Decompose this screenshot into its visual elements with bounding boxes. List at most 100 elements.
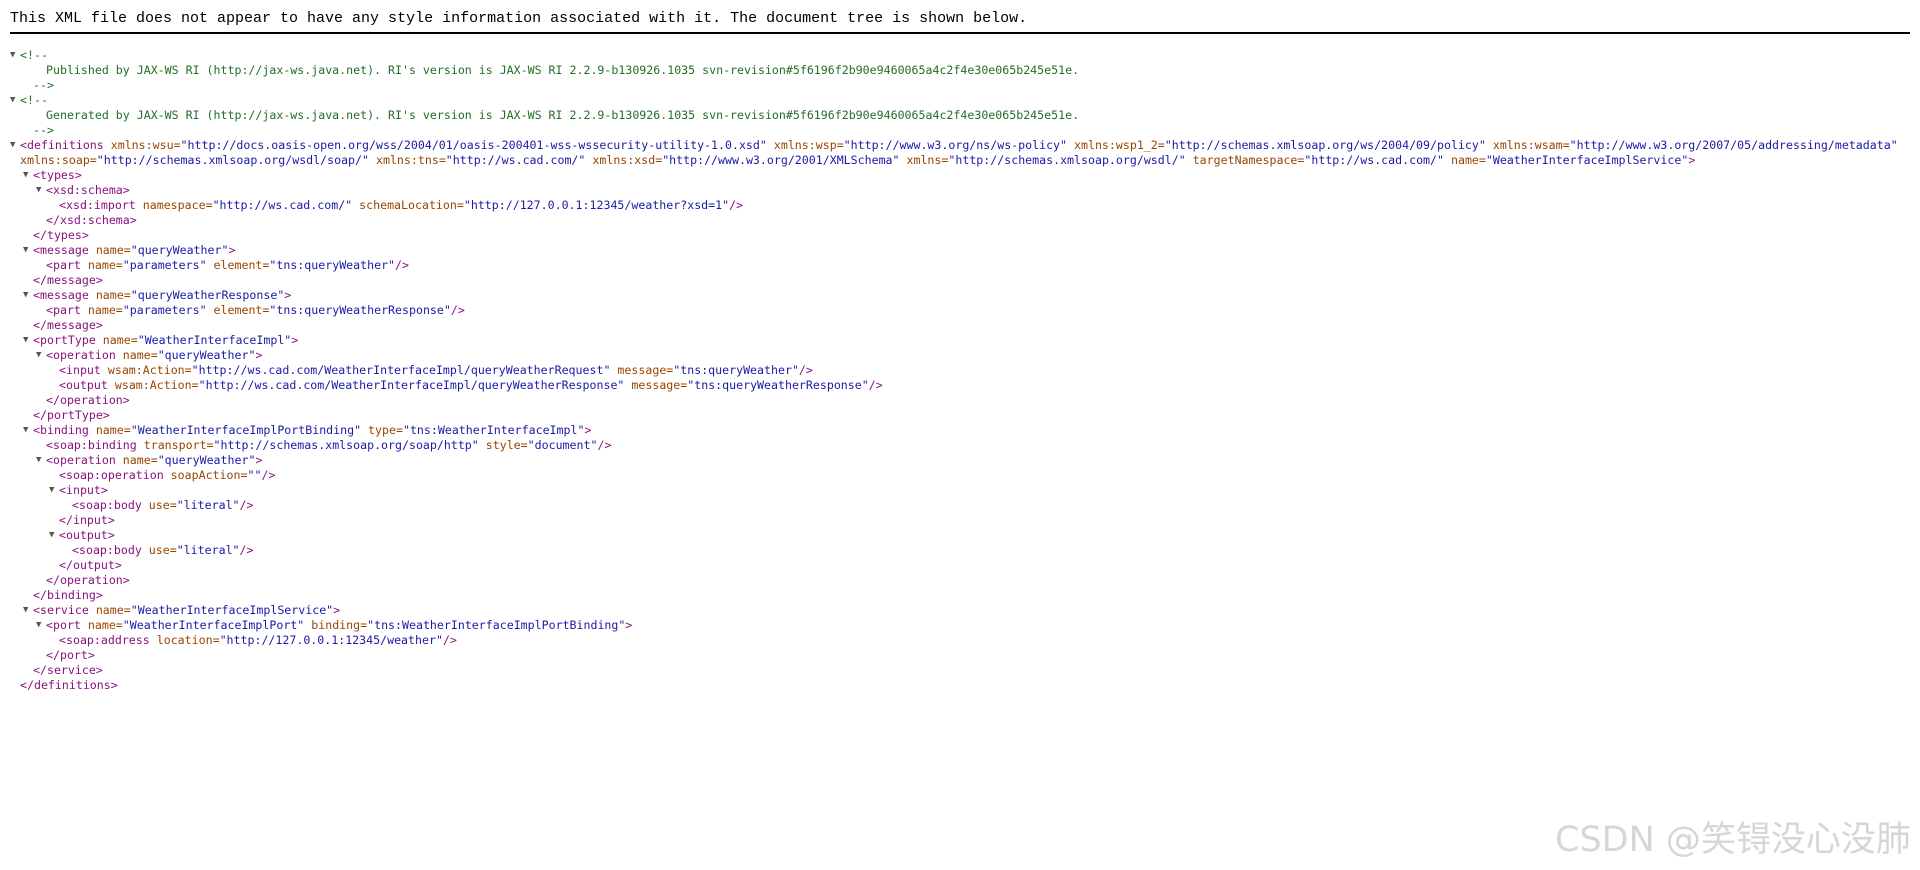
xml-line: <input wsam:Action="http://ws.cad.com/We… — [10, 363, 1915, 378]
xml-tag: /> — [395, 258, 409, 272]
xml-attribute-name: name= — [1444, 153, 1486, 167]
xml-attribute-name: xmlns:xsd= — [585, 153, 663, 167]
xml-attribute-value: "http://ws.cad.com/" — [212, 198, 353, 212]
xml-attribute-value: "tns:queryWeather" — [673, 363, 799, 377]
collapse-triangle-icon[interactable]: ▼ — [10, 48, 20, 63]
xml-line: </service> — [10, 663, 1915, 678]
xml-attribute-name: name= — [88, 288, 131, 302]
xml-attribute-value: "http://www.w3.org/2001/XMLSchema" — [662, 153, 900, 167]
xml-line: ▼ <output> — [10, 528, 1915, 543]
xml-line: ▼ <port name="WeatherInterfaceImplPort" b… — [10, 618, 1915, 633]
xml-comment: Published by JAX-WS RI (http://jax-ws.ja… — [46, 63, 1080, 77]
xml-line: ▼ <binding name="WeatherInterfaceImplPort… — [10, 423, 1915, 438]
collapse-triangle-icon[interactable]: ▼ — [23, 333, 33, 348]
collapse-triangle-icon[interactable]: ▼ — [36, 618, 46, 633]
xml-line: ▼ <portType name="WeatherInterfaceImpl"> — [10, 333, 1915, 348]
xml-attribute-value: "WeatherInterfaceImpl" — [137, 333, 292, 347]
xml-attribute-value: "queryWeatherResponse" — [130, 288, 285, 302]
xml-attribute-name: name= — [80, 618, 123, 632]
xml-attribute-name: name= — [95, 333, 138, 347]
xml-tag: /> — [597, 438, 612, 452]
collapse-triangle-icon[interactable]: ▼ — [36, 453, 46, 468]
xml-tag: </portType> — [33, 408, 110, 422]
xml-line: Generated by JAX-WS RI (http://jax-ws.ja… — [10, 108, 1915, 123]
xml-tag: /> — [868, 378, 883, 392]
xml-attribute-value: "tns:queryWeatherResponse" — [269, 303, 451, 317]
xml-line: --> — [10, 123, 1915, 138]
xml-tag: <message — [33, 243, 89, 257]
xml-tag: /> — [261, 468, 276, 482]
xml-line: <soap:address location="http://127.0.0.1… — [10, 633, 1915, 648]
xml-attribute-name: soapAction= — [163, 468, 248, 482]
xml-attribute-name: xmlns:wsp= — [766, 138, 844, 152]
xml-line: </xsd:schema> — [10, 213, 1915, 228]
xml-tag: <message — [33, 288, 89, 302]
xml-tag: > — [333, 603, 341, 617]
collapse-triangle-icon[interactable]: ▼ — [10, 93, 20, 108]
xml-tag: /> — [239, 498, 254, 512]
xml-tag: </port> — [46, 648, 95, 662]
xml-attribute-name: xmlns:wsp1_2= — [1067, 138, 1165, 152]
xml-line: </message> — [10, 318, 1915, 333]
collapse-triangle-icon[interactable]: ▼ — [36, 183, 46, 198]
collapse-triangle-icon[interactable]: ▼ — [49, 528, 59, 543]
xml-tag: <types> — [33, 168, 82, 182]
xml-tag: > — [255, 348, 263, 362]
xml-attribute-name: element= — [206, 258, 270, 272]
xml-tag: <soap:body — [72, 543, 142, 557]
xml-comment: <!-- — [20, 93, 48, 107]
xml-attribute-name: location= — [149, 633, 220, 647]
xml-line: <soap:body use="literal"/> — [10, 543, 1915, 558]
xml-line: <part name="parameters" element="tns:que… — [10, 258, 1915, 273]
collapse-triangle-icon[interactable]: ▼ — [23, 168, 33, 183]
xml-attribute-value: "WeatherInterfaceImplPort" — [122, 618, 305, 632]
xml-attribute-value: "parameters" — [122, 303, 207, 317]
xml-attribute-name: schemaLocation= — [352, 198, 464, 212]
xml-attribute-value: "http://ws.cad.com/WeatherInterfaceImpl/… — [198, 378, 625, 392]
xml-comment: <!-- — [20, 48, 48, 62]
collapse-triangle-icon[interactable]: ▼ — [36, 348, 46, 363]
xml-attribute-name: xmlns:wsu= — [103, 138, 181, 152]
collapse-triangle-icon[interactable]: ▼ — [23, 243, 33, 258]
xml-tag: /> — [798, 363, 813, 377]
xml-tag: </types> — [33, 228, 89, 242]
xml-tag: /> — [239, 543, 254, 557]
xml-attribute-name: use= — [141, 543, 177, 557]
xml-tag: <soap:body — [72, 498, 142, 512]
xml-tag: > — [625, 618, 633, 632]
xml-line: <soap:binding transport="http://schemas.… — [10, 438, 1915, 453]
xml-line: ▼ <service name="WeatherInterfaceImplServ… — [10, 603, 1915, 618]
xml-tag: </message> — [33, 273, 103, 287]
xml-attribute-value: "http://schemas.xmlsoap.org/wsdl/soap/" — [96, 153, 370, 167]
collapse-triangle-icon[interactable]: ▼ — [10, 138, 20, 153]
xml-attribute-name: xmlns= — [899, 153, 949, 167]
xml-line: </port> — [10, 648, 1915, 663]
xml-tag: /> — [729, 198, 744, 212]
xml-attribute-value: "queryWeather" — [157, 453, 256, 467]
xml-attribute-value: "tns:WeatherInterfaceImplPortBinding" — [367, 618, 626, 632]
collapse-triangle-icon[interactable]: ▼ — [49, 483, 59, 498]
header-divider — [10, 32, 1910, 34]
xml-tag: <soap:address — [59, 633, 150, 647]
xml-attribute-name: use= — [141, 498, 177, 512]
xml-attribute-name: name= — [80, 303, 123, 317]
xml-line: <soap:operation soapAction=""/> — [10, 468, 1915, 483]
xml-attribute-value: "queryWeather" — [130, 243, 229, 257]
collapse-triangle-icon[interactable]: ▼ — [23, 288, 33, 303]
collapse-triangle-icon[interactable]: ▼ — [23, 423, 33, 438]
xml-attribute-name: name= — [88, 603, 131, 617]
collapse-triangle-icon[interactable]: ▼ — [23, 603, 33, 618]
xml-tag: <output — [59, 378, 108, 392]
xml-attribute-name: wsam:Action= — [100, 363, 192, 377]
xml-attribute-name: name= — [88, 243, 131, 257]
xml-attribute-value: "http://docs.oasis-open.org/wss/2004/01/… — [180, 138, 767, 152]
xml-tag: <port — [46, 618, 81, 632]
xml-attribute-value: "literal" — [176, 498, 240, 512]
xml-line: ▼ <input> — [10, 483, 1915, 498]
xml-attribute-value: "document" — [527, 438, 598, 452]
xml-tag: </input> — [59, 513, 115, 527]
xml-attribute-name: transport= — [136, 438, 214, 452]
xml-tag: /> — [442, 633, 457, 647]
xml-line: ▼ <!-- — [10, 93, 1915, 108]
xml-tag: </definitions> — [20, 678, 118, 692]
